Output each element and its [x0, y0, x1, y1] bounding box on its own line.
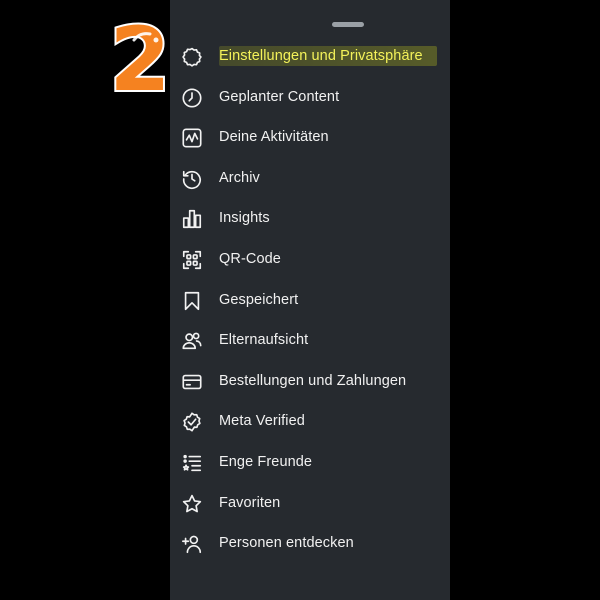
menu-item-label: Gespeichert — [219, 291, 299, 308]
settings-icon — [180, 45, 204, 69]
add-person-icon — [180, 532, 204, 556]
menu-item-label: QR-Code — [219, 250, 281, 267]
menu-item-insights[interactable]: Insights — [170, 198, 450, 239]
menu-item-supervision[interactable]: Elternaufsicht — [170, 320, 450, 361]
menu-item-label: Deine Aktivitäten — [219, 129, 329, 146]
menu-item-your-activity[interactable]: Deine Aktivitäten — [170, 117, 450, 158]
menu-item-settings[interactable]: Einstellungen und Privatsphäre — [170, 36, 450, 77]
menu-item-archive[interactable]: Archiv — [170, 158, 450, 199]
menu-item-discover-people[interactable]: Personen entdecken — [170, 523, 450, 564]
qr-code-icon — [180, 248, 204, 272]
menu-item-qr-code[interactable]: QR-Code — [170, 239, 450, 280]
clock-icon — [180, 86, 204, 110]
bookmark-icon — [180, 289, 204, 313]
star-icon — [180, 492, 204, 516]
insights-icon — [180, 207, 204, 231]
step-number: 2 — [109, 14, 170, 104]
menu-item-label: Einstellungen und Privatsphäre — [219, 46, 437, 66]
close-friends-icon — [180, 451, 204, 475]
menu-item-orders-payments[interactable]: Bestellungen und Zahlungen — [170, 361, 450, 402]
menu-item-label: Geplanter Content — [219, 88, 340, 105]
menu-sheet: Einstellungen und Privatsphäre Geplanter… — [170, 0, 450, 600]
drag-handle[interactable] — [332, 22, 364, 27]
menu-item-scheduled-content[interactable]: Geplanter Content — [170, 77, 450, 118]
menu-item-meta-verified[interactable]: Meta Verified — [170, 401, 450, 442]
menu-item-label: Favoriten — [219, 494, 281, 511]
menu-item-close-friends[interactable]: Enge Freunde — [170, 442, 450, 483]
activity-icon — [180, 126, 204, 150]
archive-icon — [180, 167, 204, 191]
step-number-badge: 2 — [107, 14, 172, 104]
menu-item-label: Meta Verified — [219, 413, 305, 430]
menu-item-favorites[interactable]: Favoriten — [170, 483, 450, 524]
menu-item-label: Personen entdecken — [219, 535, 354, 552]
menu-item-label: Archiv — [219, 169, 260, 186]
menu-item-saved[interactable]: Gespeichert — [170, 280, 450, 321]
menu-item-label: Insights — [219, 210, 270, 227]
menu-item-label: Bestellungen und Zahlungen — [219, 372, 407, 389]
menu-item-label: Elternaufsicht — [219, 332, 309, 349]
menu-list: Einstellungen und Privatsphäre Geplanter… — [170, 36, 450, 564]
card-icon — [180, 370, 204, 394]
menu-item-label: Enge Freunde — [219, 453, 313, 470]
verified-icon — [180, 410, 204, 434]
supervision-icon — [180, 329, 204, 353]
